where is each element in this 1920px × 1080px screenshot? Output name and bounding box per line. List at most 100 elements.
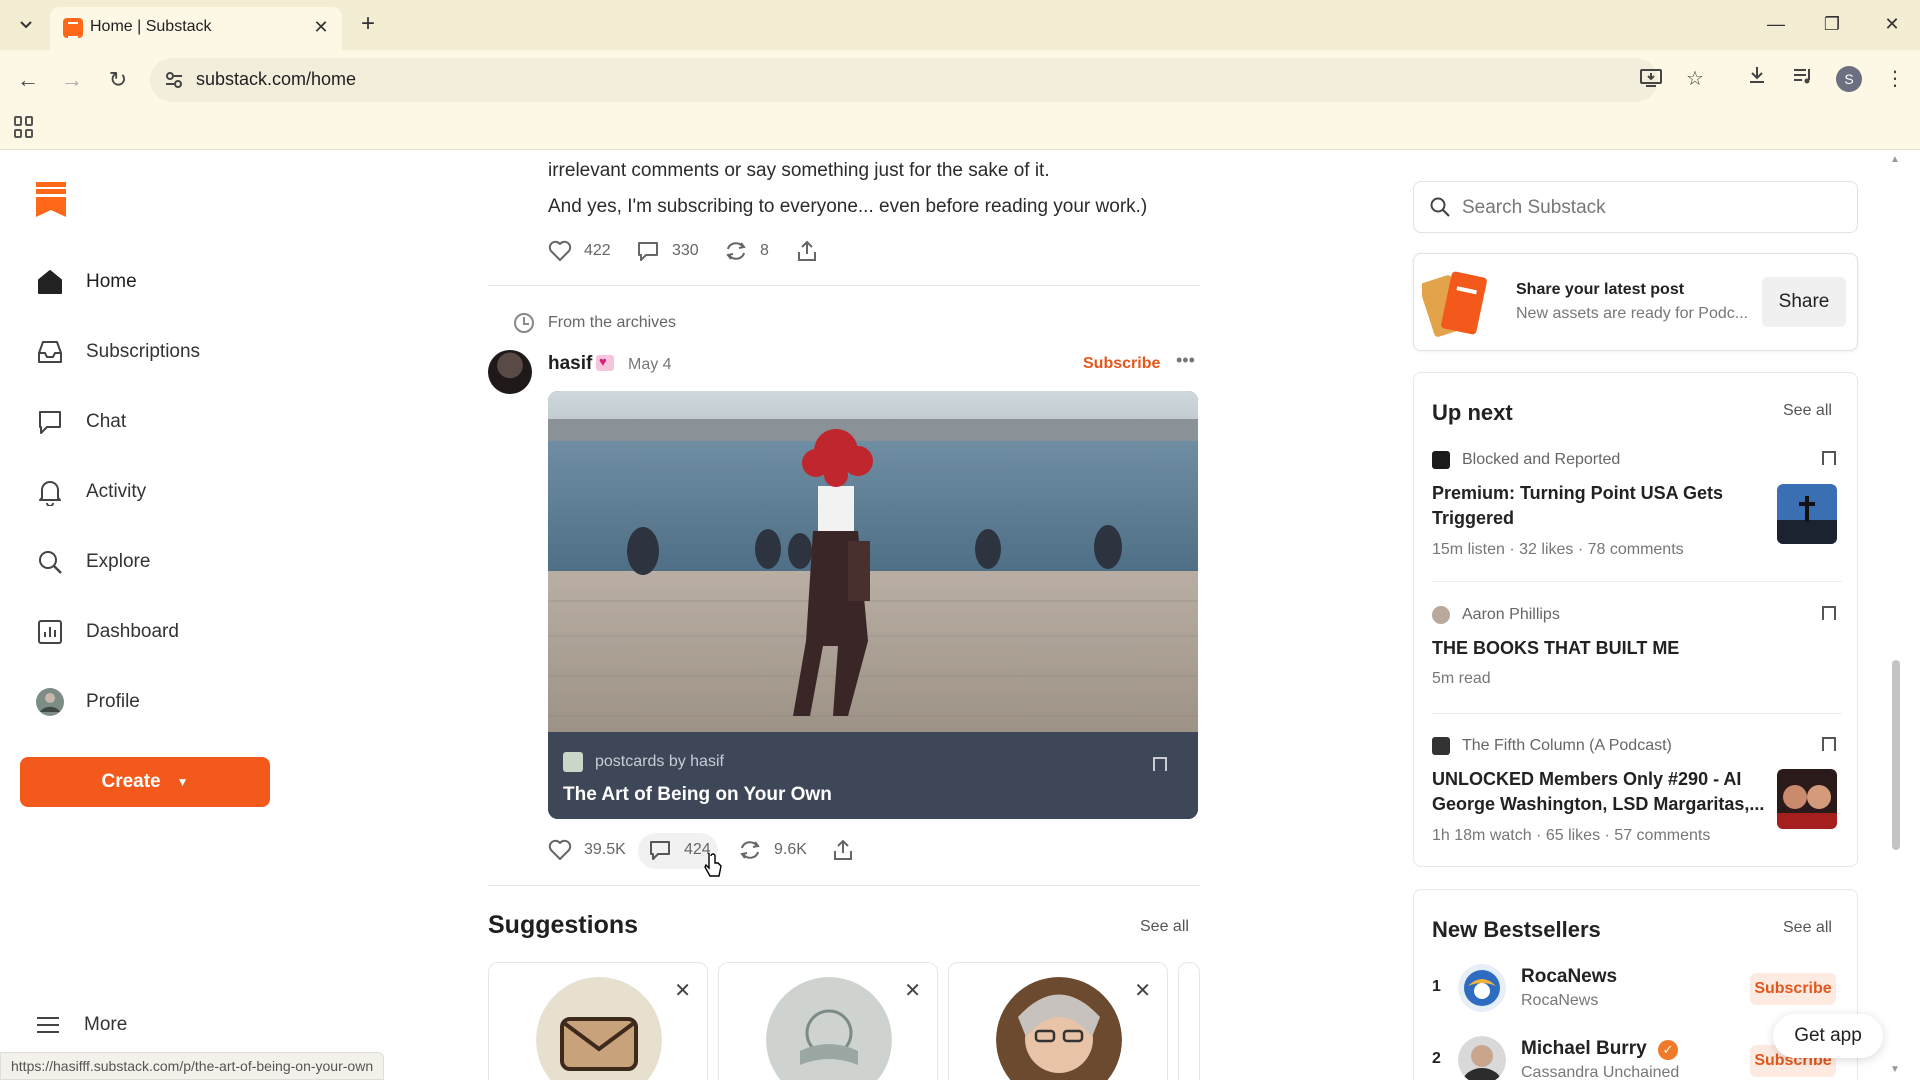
post-author[interactable]: hasif [548,353,592,375]
suggestions-see-all-link[interactable]: See all [1140,918,1189,936]
archive-label-text: From the archives [548,314,677,331]
page-scrollbar[interactable]: ▲ ▼ [1888,150,1902,1080]
up-next-item[interactable]: Blocked and Reported Premium: Turning Po… [1432,451,1842,561]
bestseller-subtitle: Cassandra Unchained [1521,1064,1680,1080]
bookmark-icon[interactable] [1153,757,1167,775]
tab-search-icon[interactable] [12,11,40,39]
browser-tab-strip: Home | Substack ✕ + — ❐ ✕ [0,0,1920,50]
restack-icon [740,841,760,859]
up-next-thumbnail [1777,769,1837,829]
nav-more[interactable]: More [36,1014,127,1036]
up-next-meta: 15m listen · 32 likes · 78 comments [1432,541,1684,558]
bookmark-star-icon[interactable]: ☆ [1680,64,1710,94]
author-avatar [1432,606,1450,624]
url-text: substack.com/home [196,69,357,89]
forward-icon[interactable]: → [56,64,88,96]
prev-post-restack-button[interactable]: 8 [724,240,769,262]
post-subscribe-button[interactable]: Subscribe [1083,355,1160,373]
bestsellers-see-all-link[interactable]: See all [1783,919,1832,937]
browser-menu-icon[interactable]: ⋮ [1880,64,1910,94]
substack-logo[interactable] [36,182,66,218]
share-icon [798,240,816,261]
apps-grid-icon[interactable] [14,116,36,138]
nav-profile-label: Profile [86,691,140,712]
site-settings-icon[interactable] [164,70,184,90]
nav-home[interactable]: Home [36,264,137,300]
nav-subscriptions[interactable]: Subscriptions [36,334,200,370]
post-like-button[interactable]: 39.5K [548,839,626,861]
scroll-down-icon[interactable]: ▼ [1890,1064,1900,1075]
up-next-item[interactable]: The Fifth Column (A Podcast) UNLOCKED Me… [1432,737,1842,847]
nav-chat[interactable]: Chat [36,404,126,440]
prev-post-like-button[interactable]: 422 [548,240,611,262]
scroll-up-icon[interactable]: ▲ [1890,154,1900,165]
bookmark-icon[interactable] [1822,737,1836,755]
install-app-icon[interactable] [1638,68,1664,94]
post-restack-button[interactable]: 9.6K [738,839,807,861]
nav-activity[interactable]: Activity [36,474,146,510]
up-next-title-line: THE BOOKS THAT BUILT ME [1432,638,1680,658]
up-next-title: Up next [1432,400,1513,425]
clock-icon [514,313,534,333]
post-share-button[interactable] [832,839,866,861]
bestseller-name: RocaNews [1521,966,1618,987]
prev-post-share-button[interactable] [796,240,830,262]
window-close-icon[interactable]: ✕ [1874,10,1910,38]
scrollbar-thumb[interactable] [1892,660,1900,850]
up-next-item[interactable]: Aaron Phillips THE BOOKS THAT BUILT ME 5… [1432,606,1842,687]
minimize-icon[interactable]: — [1758,10,1794,38]
back-icon[interactable]: ← [12,64,44,96]
post-card-footer: postcards by hasif The Art of Being on Y… [548,732,1198,819]
feed-divider [488,285,1200,286]
suggestion-card[interactable]: ✕ [488,962,708,1080]
post-comment-button[interactable]: 424 [648,839,711,861]
reload-icon[interactable]: ↻ [102,64,134,96]
nav-home-label: Home [86,271,137,292]
nav-dashboard[interactable]: Dashboard [36,614,179,650]
bestseller-row[interactable]: 1 RocaNews RocaNews Subscribe [1432,964,1842,1014]
browser-tab[interactable]: Home | Substack ✕ [50,7,342,50]
bookmark-icon[interactable] [1822,451,1836,469]
up-next-see-all-link[interactable]: See all [1783,402,1832,420]
post-title[interactable]: The Art of Being on Your Own [563,784,832,806]
nav-explore[interactable]: Explore [36,544,150,580]
new-tab-icon[interactable]: + [354,11,382,39]
nav-profile[interactable]: Profile [36,684,140,720]
list-divider [1432,713,1842,714]
media-control-icon[interactable] [1788,64,1818,94]
suggestion-card[interactable] [1178,962,1200,1080]
up-next-publication: Blocked and Reported [1432,451,1620,469]
dismiss-icon[interactable]: ✕ [904,978,921,1003]
restack-icon [726,242,746,260]
avatar [36,688,64,716]
bestsellers-title: New Bestsellers [1432,917,1601,942]
address-bar[interactable]: substack.com/home [150,58,1662,102]
menu-icon [37,1017,59,1033]
up-next-publication-name: The Fifth Column (A Podcast) [1462,737,1672,754]
create-button[interactable]: Create ▼ [20,757,270,807]
suggestion-card[interactable]: ✕ [718,962,938,1080]
prev-post-comment-button[interactable]: 330 [636,240,699,262]
post-card[interactable]: postcards by hasif The Art of Being on Y… [548,391,1198,819]
share-button[interactable]: Share [1762,277,1846,327]
browser-profile-avatar[interactable]: S [1836,66,1862,92]
caret-down-icon: ▼ [176,775,189,789]
tab-close-icon[interactable]: ✕ [310,16,332,38]
search-input[interactable] [1462,194,1832,222]
author-avatar[interactable] [488,350,532,394]
up-next-panel: Up next See all Blocked and Reported Pre… [1413,372,1858,867]
get-app-button[interactable]: Get app [1773,1014,1883,1058]
restore-icon[interactable]: ❐ [1814,10,1850,38]
bestseller-avatar [1458,964,1506,1012]
dismiss-icon[interactable]: ✕ [674,978,691,1003]
nav-explore-label: Explore [86,551,151,572]
bookmark-icon[interactable] [1822,606,1836,624]
bestseller-subscribe-button[interactable]: Subscribe [1750,973,1836,1005]
post-more-options-icon[interactable]: ••• [1176,350,1195,371]
dismiss-icon[interactable]: ✕ [1134,978,1151,1003]
suggestion-card[interactable]: ✕ [948,962,1168,1080]
downloads-icon[interactable] [1742,64,1772,94]
verified-check-icon: ✓ [1658,1040,1678,1060]
nav-activity-label: Activity [86,481,147,502]
search-box[interactable] [1413,181,1858,233]
